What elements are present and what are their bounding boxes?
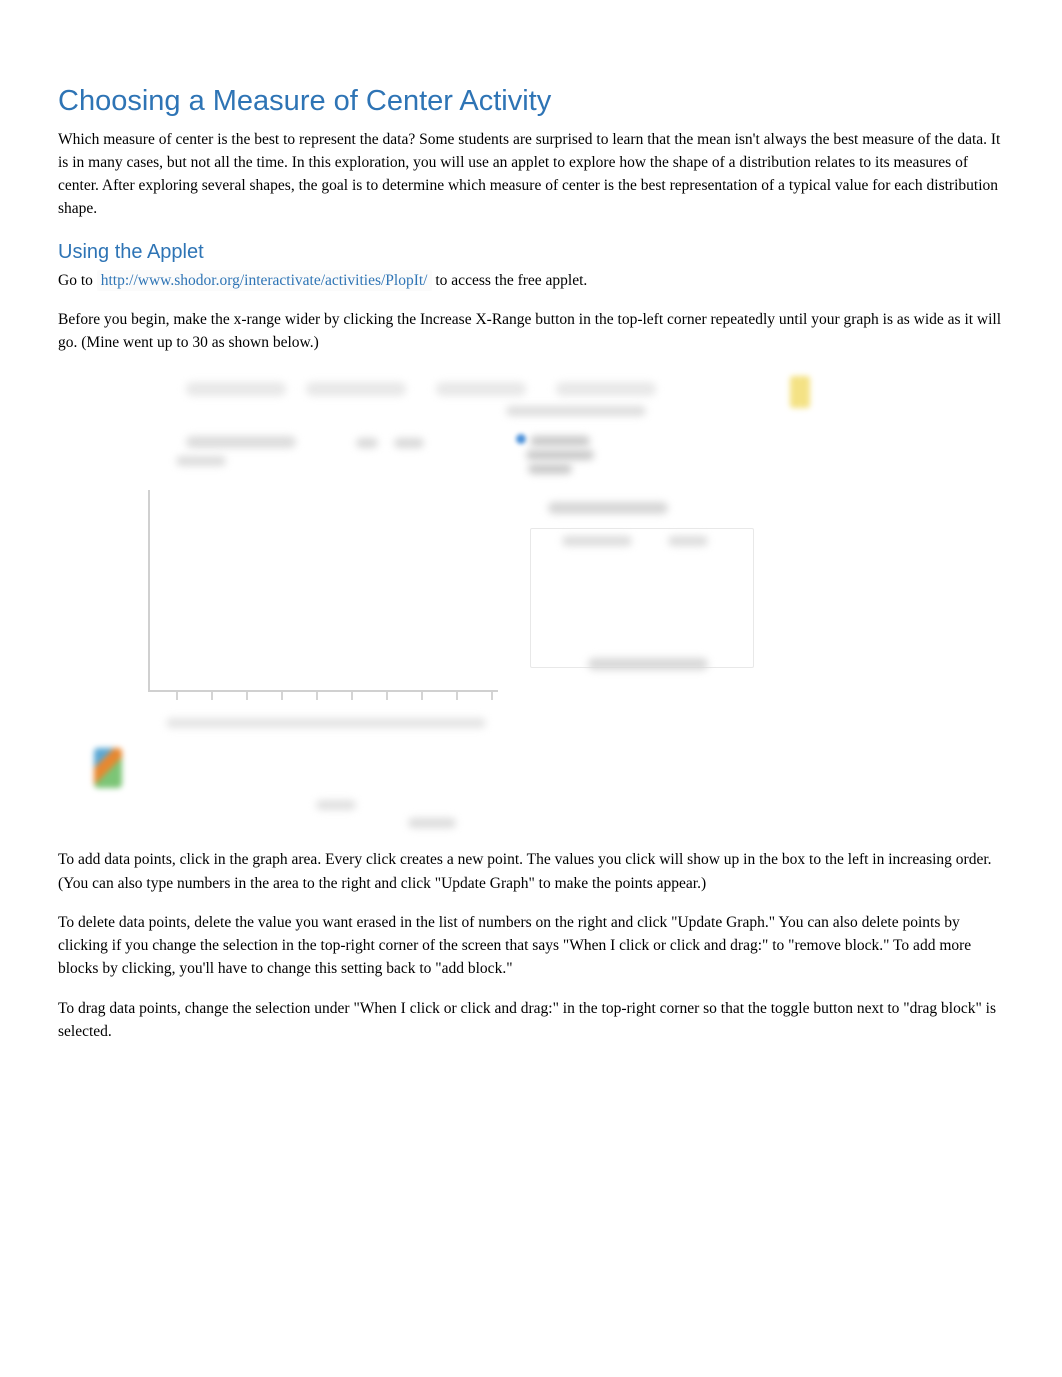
intro-paragraph: Which measure of center is the best to r… [58, 128, 1004, 221]
goto-prefix: Go to [58, 272, 97, 289]
drag-lead: To drag data points, [58, 1000, 181, 1017]
delete-rest: delete the value you want erased in the … [58, 914, 971, 978]
page-title: Choosing a Measure of Center Activity [58, 80, 1004, 124]
delete-points-paragraph: To delete data points, delete the value … [58, 911, 1004, 981]
add-lead: To add data points, [58, 851, 176, 868]
applet-screenshot [76, 370, 816, 830]
drag-rest: change the selection under "When I click… [58, 1000, 996, 1040]
section-heading-applet: Using the Applet [58, 237, 1004, 267]
add-points-paragraph: To add data points, click in the graph a… [58, 848, 1004, 895]
add-rest: click in the graph area. Every click cre… [58, 851, 992, 891]
goto-suffix: to access the free applet. [432, 272, 588, 289]
delete-lead: To delete data points, [58, 914, 190, 931]
applet-link[interactable]: http://www.shodor.org/interactivate/acti… [101, 272, 428, 289]
goto-paragraph: Go to http://www.shodor.org/interactivat… [58, 269, 1004, 292]
drag-points-paragraph: To drag data points, change the selectio… [58, 997, 1004, 1044]
before-begin-paragraph: Before you begin, make the x-range wider… [58, 308, 1004, 355]
